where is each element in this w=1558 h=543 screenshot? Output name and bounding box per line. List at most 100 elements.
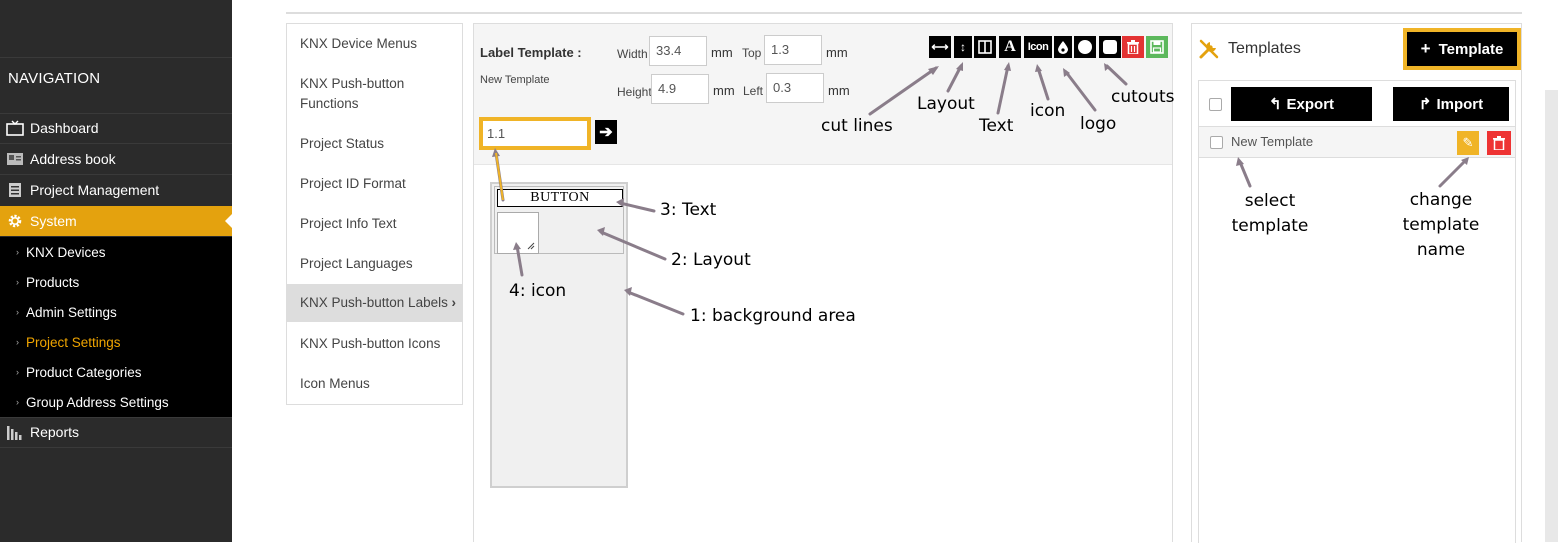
chevron-right-icon: ›	[16, 307, 19, 317]
annotation-1-background-area: 1: background area	[690, 306, 856, 326]
menu-item-icon-menus[interactable]: Icon Menus	[287, 374, 462, 394]
menu-item-label: KNX Push-button Icons	[300, 336, 441, 351]
text-button[interactable]: A	[999, 36, 1021, 58]
logo-button[interactable]	[1054, 36, 1072, 58]
drop-icon	[1058, 40, 1068, 54]
annotation-select-template: select template	[1231, 191, 1309, 236]
menu-item-knx-push-button-labels[interactable]: KNX Push-button Labels ›	[287, 284, 462, 322]
annotation-logo: logo	[1080, 114, 1117, 134]
menu-item-label: Icon Menus	[300, 376, 370, 391]
menu-item-project-status[interactable]: Project Status	[287, 134, 462, 154]
menu-item-knx-device-menus[interactable]: KNX Device Menus	[287, 34, 462, 54]
resize-handle-icon	[527, 242, 535, 250]
add-template-button[interactable]: + Template	[1403, 28, 1521, 70]
top-unit: mm	[826, 45, 848, 60]
label-background-area[interactable]: BUTTON	[490, 182, 628, 488]
table-row[interactable]: New Template ✎	[1199, 126, 1515, 158]
submenu-item-knx-devices[interactable]: › KNX Devices	[0, 237, 232, 267]
submenu-item-label: Project Settings	[26, 334, 121, 350]
menu-item-project-info-text[interactable]: Project Info Text	[287, 214, 462, 234]
pencil-icon: ✎	[1462, 135, 1474, 150]
left-unit: mm	[828, 83, 850, 98]
layout-button[interactable]	[974, 36, 996, 58]
sidebar-item-dashboard[interactable]: Dashboard	[0, 113, 232, 143]
submenu-item-admin-settings[interactable]: › Admin Settings	[0, 297, 232, 327]
label-template-heading: Label Template :	[480, 45, 582, 60]
label-icon-slot[interactable]	[497, 212, 539, 254]
gear-icon	[6, 213, 24, 229]
import-button[interactable]: ↱ Import	[1393, 87, 1509, 121]
select-all-checkbox[interactable]	[1209, 98, 1222, 111]
chevron-right-icon: ›	[451, 295, 457, 310]
rounded-square-icon	[1103, 40, 1117, 54]
menu-item-knx-push-button-icons[interactable]: KNX Push-button Icons	[287, 334, 462, 354]
horizontal-arrows-icon: ⟷	[931, 40, 949, 54]
width-label: Width	[617, 47, 648, 61]
annotation-4-icon: 4: icon	[509, 281, 567, 301]
menu-item-project-languages[interactable]: Project Languages	[287, 254, 462, 274]
vertical-arrows-icon: ↕	[960, 40, 966, 54]
submenu-item-label: KNX Devices	[26, 244, 106, 260]
rename-template-button[interactable]: ✎	[1457, 131, 1479, 155]
tools-icon	[1199, 39, 1219, 59]
cutout-square-button[interactable]	[1099, 36, 1121, 58]
left-input[interactable]: 0.3	[766, 73, 824, 103]
menu-item-knx-push-button-functions[interactable]: KNX Push-button Functions	[287, 74, 407, 114]
delete-template-button[interactable]	[1122, 36, 1144, 58]
label-layout-area[interactable]: BUTTON	[494, 186, 624, 254]
sidebar-item-address-book[interactable]: Address book	[0, 144, 232, 174]
templates-panel: Templates + Template ↰ Export ↱ Import N…	[1191, 23, 1522, 543]
label-text-field[interactable]: BUTTON	[497, 189, 623, 207]
trash-icon	[1493, 136, 1505, 150]
annotation-change-template-name: change template name	[1402, 190, 1480, 260]
submenu-item-label: Product Categories	[26, 364, 142, 380]
layout-icon	[978, 40, 992, 54]
submenu-item-products[interactable]: › Products	[0, 267, 232, 297]
submenu-item-project-settings[interactable]: › Project Settings	[0, 327, 232, 357]
menu-item-label: KNX Push-button Labels	[300, 295, 448, 310]
element-selector-input[interactable]: 1.1	[479, 117, 591, 150]
templates-title: Templates	[1228, 40, 1301, 57]
text-icon: A	[1004, 38, 1016, 55]
cut-lines-horizontal-button[interactable]: ⟷	[929, 36, 951, 58]
select-template-checkbox[interactable]	[1210, 136, 1223, 149]
width-unit: mm	[711, 45, 733, 60]
sidebar-item-project-management[interactable]: Project Management	[0, 175, 232, 205]
reply-arrow-icon: ↰	[1268, 96, 1282, 113]
template-list: ↰ Export ↱ Import New Template ✎	[1198, 80, 1516, 543]
cut-lines-vertical-button[interactable]: ↕	[954, 36, 972, 58]
sidebar-item-label: Address book	[30, 151, 116, 167]
icon-tool-label: Icon	[1027, 41, 1049, 53]
top-input[interactable]: 1.3	[764, 35, 822, 65]
delete-row-button[interactable]	[1487, 131, 1511, 155]
export-button[interactable]: ↰ Export	[1231, 87, 1372, 121]
submenu-item-group-address-settings[interactable]: › Group Address Settings	[0, 387, 232, 417]
template-name[interactable]: New Template	[1231, 134, 1313, 149]
save-icon	[1150, 40, 1164, 54]
go-button[interactable]: ➔	[595, 120, 617, 144]
forward-arrow-icon: ↱	[1418, 96, 1432, 113]
export-label: Export	[1286, 95, 1335, 113]
height-input[interactable]: 4.9	[651, 74, 709, 104]
submenu-item-label: Admin Settings	[26, 304, 117, 320]
sidebar-item-system[interactable]: System	[0, 206, 233, 236]
page-scrollbar[interactable]	[1545, 90, 1558, 542]
menu-item-project-id-format[interactable]: Project ID Format	[287, 174, 462, 194]
save-template-button[interactable]	[1146, 36, 1168, 58]
icon-button[interactable]: Icon	[1024, 36, 1052, 58]
sidebar-item-label: System	[30, 213, 77, 229]
sidebar-item-label: Reports	[30, 424, 80, 440]
menu-item-label: Project Status	[300, 136, 385, 151]
bar-chart-icon	[6, 424, 24, 440]
chevron-right-icon: ›	[16, 337, 19, 347]
system-submenu: › KNX Devices › Products › Admin Settings ›…	[0, 237, 232, 417]
editor-toolbar-area: Label Template : New Template Width 33.4…	[474, 24, 1172, 165]
width-input[interactable]: 33.4	[649, 36, 707, 66]
sidebar-item-label: Dashboard	[30, 120, 99, 136]
submenu-item-product-categories[interactable]: › Product Categories	[0, 357, 232, 387]
menu-item-label: Project Languages	[300, 256, 413, 271]
menu-item-label: Project ID Format	[300, 176, 406, 191]
annotation-cutouts: cutouts	[1111, 87, 1175, 107]
cutout-circle-button[interactable]	[1074, 36, 1096, 58]
sidebar-item-reports[interactable]: Reports	[0, 417, 232, 447]
